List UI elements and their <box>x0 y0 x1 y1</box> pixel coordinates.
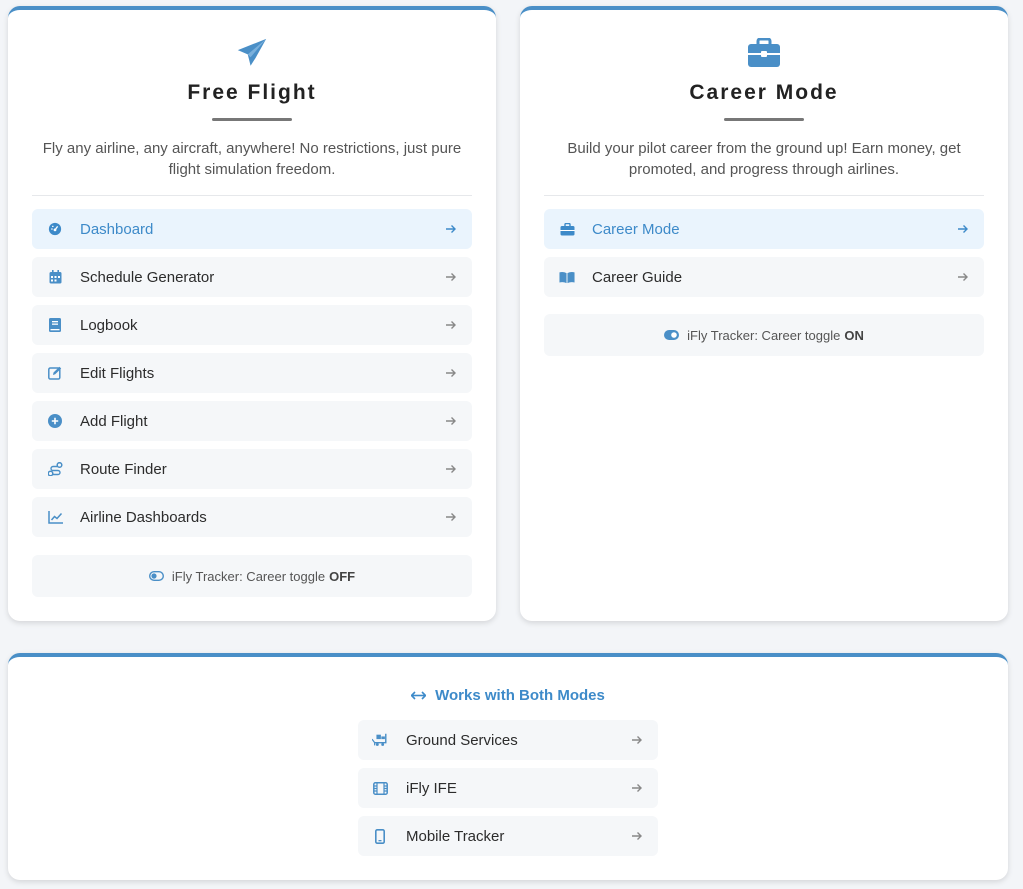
nav-item-schedule-generator[interactable]: Schedule Generator <box>32 257 472 297</box>
chart-line-icon <box>47 509 63 525</box>
card-title: Career Mode <box>689 81 839 104</box>
film-icon <box>372 780 388 796</box>
both-modes-card: Works with Both Modes Ground Services iF… <box>8 653 1008 880</box>
toggle-text: iFly Tracker: Career toggle <box>171 568 326 584</box>
nav-item-label: Add Flight <box>80 412 148 430</box>
nav-item-career-mode[interactable]: Career Mode <box>544 209 984 249</box>
edit-icon <box>47 365 63 381</box>
arrow-right-icon <box>444 414 458 428</box>
career-toggle-status: iFly Tracker: Career toggle ON <box>544 314 984 356</box>
arrow-right-icon <box>630 829 644 843</box>
divider <box>32 195 472 196</box>
nav-item-dashboard[interactable]: Dashboard <box>32 209 472 249</box>
divider <box>544 195 984 196</box>
nav-item-edit-flights[interactable]: Edit Flights <box>32 353 472 393</box>
section-title: Works with Both Modes <box>8 687 1008 704</box>
arrow-right-icon <box>630 781 644 795</box>
toggle-state: ON <box>844 327 864 343</box>
mobile-icon <box>372 828 388 844</box>
nav-item-label: Mobile Tracker <box>406 827 505 845</box>
nav-item-ifly-ife[interactable]: iFly IFE <box>358 768 658 808</box>
paper-plane-icon <box>235 36 269 70</box>
career-mode-card: Career Mode Build your pilot career from… <box>520 6 1008 621</box>
nav-item-label: Dashboard <box>80 220 154 238</box>
career-toggle-status: iFly Tracker: Career toggle OFF <box>32 555 472 597</box>
toggle-text: iFly Tracker: Career toggle <box>687 327 841 343</box>
arrow-right-icon <box>956 270 970 284</box>
card-title: Free Flight <box>187 81 317 104</box>
nav-item-route-finder[interactable]: Route Finder <box>32 449 472 489</box>
toggle-state: OFF <box>329 568 356 584</box>
card-description: Build your pilot career from the ground … <box>567 140 961 178</box>
section-title-text: Works with Both Modes <box>435 687 605 704</box>
truck-ramp-icon <box>372 732 388 748</box>
nav-item-label: Career Mode <box>592 220 680 238</box>
free-flight-card: Free Flight Fly any airline, any aircraf… <box>8 6 496 621</box>
book-open-icon <box>559 269 575 285</box>
nav-item-career-guide[interactable]: Career Guide <box>544 257 984 297</box>
title-underline <box>724 118 804 121</box>
nav-item-label: Route Finder <box>80 460 167 478</box>
calendar-icon <box>47 269 63 285</box>
nav-item-label: Edit Flights <box>80 364 155 382</box>
route-icon <box>47 461 63 477</box>
arrow-right-icon <box>630 733 644 747</box>
arrow-right-icon <box>444 222 458 236</box>
toggle-on-icon <box>664 330 680 340</box>
nav-item-label: iFly IFE <box>406 779 457 797</box>
arrow-right-icon <box>444 510 458 524</box>
nav-item-airline-dashboards[interactable]: Airline Dashboards <box>32 497 472 537</box>
nav-item-label: Career Guide <box>592 268 683 286</box>
nav-item-logbook[interactable]: Logbook <box>32 305 472 345</box>
nav-item-mobile-tracker[interactable]: Mobile Tracker <box>358 816 658 856</box>
nav-item-add-flight[interactable]: Add Flight <box>32 401 472 441</box>
title-underline <box>212 118 292 121</box>
card-description: Fly any airline, any aircraft, anywhere!… <box>42 140 462 178</box>
arrow-right-icon <box>444 270 458 284</box>
briefcase-icon <box>559 221 575 237</box>
plus-circle-icon <box>47 413 63 429</box>
briefcase-icon <box>747 36 781 70</box>
nav-item-ground-services[interactable]: Ground Services <box>358 720 658 760</box>
arrows-horizontal-icon <box>411 691 427 700</box>
nav-item-label: Airline Dashboards <box>80 508 207 526</box>
nav-item-label: Schedule Generator <box>80 268 215 286</box>
arrow-right-icon <box>444 462 458 476</box>
nav-item-label: Logbook <box>80 316 138 334</box>
nav-item-label: Ground Services <box>406 731 518 749</box>
arrow-right-icon <box>444 366 458 380</box>
arrow-right-icon <box>444 318 458 332</box>
toggle-off-icon <box>148 571 164 581</box>
gauge-icon <box>47 221 63 237</box>
book-icon <box>47 317 63 333</box>
arrow-right-icon <box>956 222 970 236</box>
